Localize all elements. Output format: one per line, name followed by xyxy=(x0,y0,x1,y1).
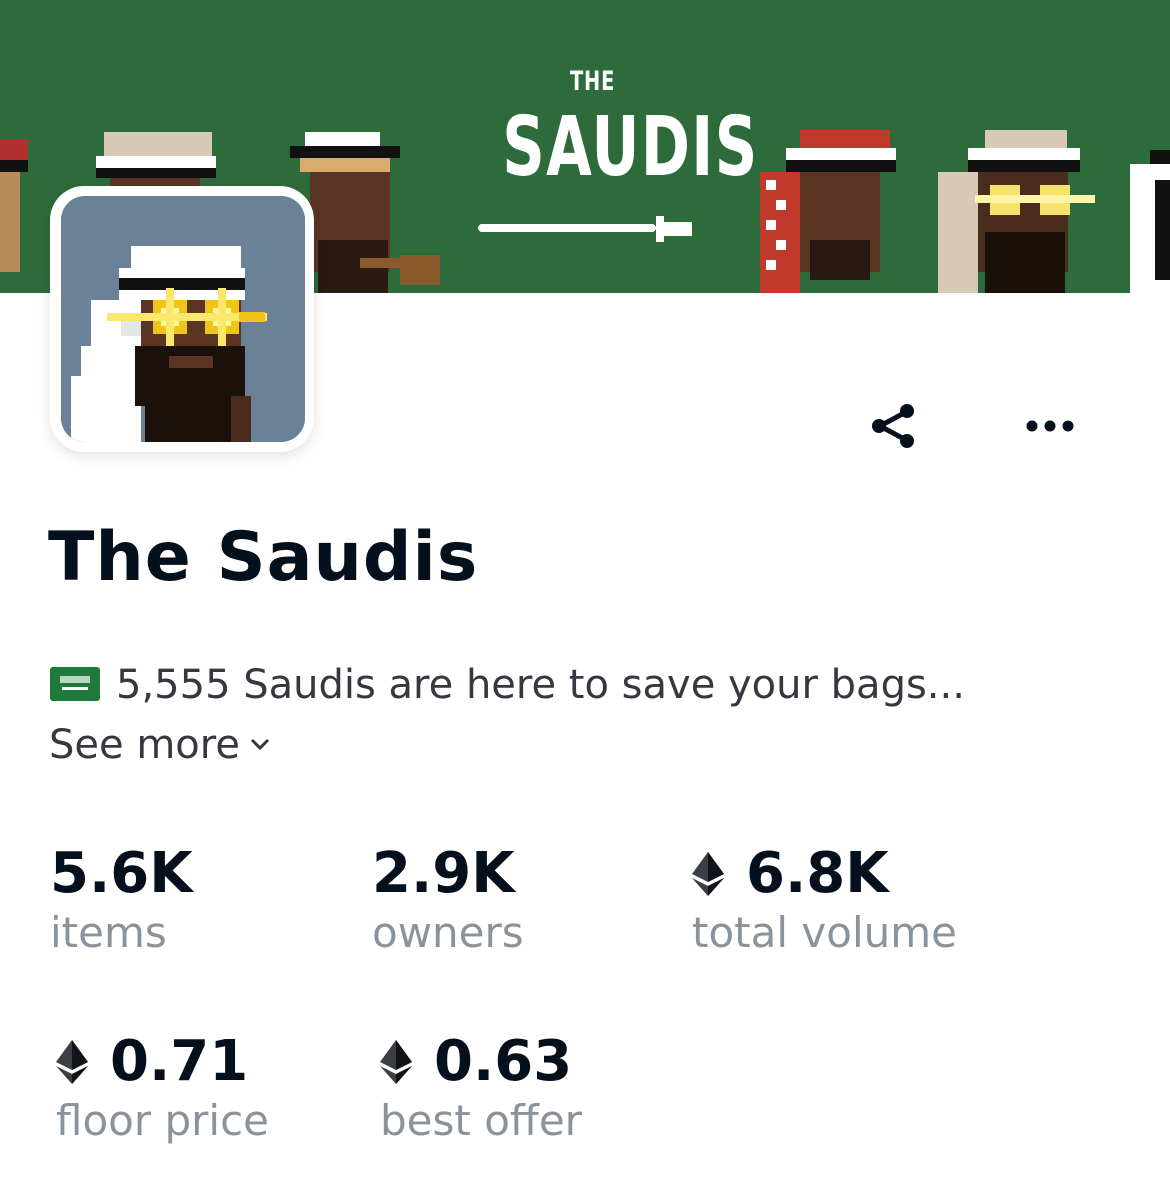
description-text: 5,555 Saudis are here to save your bags.… xyxy=(116,662,965,708)
stat-items: 5.6K items xyxy=(50,841,193,958)
stat-label: total volume xyxy=(692,908,957,957)
stat-best-offer: 0.63 best offer xyxy=(380,1030,582,1145)
avatar-image xyxy=(61,196,305,442)
stat-label: items xyxy=(50,908,167,957)
banner-title-small: THE xyxy=(570,66,616,97)
stat-label: best offer xyxy=(380,1096,582,1145)
stat-value: 6.8K xyxy=(746,841,889,906)
banner-title: SAUDIS xyxy=(502,100,759,195)
ethereum-icon xyxy=(56,1040,88,1084)
collection-title: The Saudis xyxy=(48,518,479,597)
see-more-link[interactable]: See more xyxy=(49,722,272,768)
ethereum-icon xyxy=(380,1040,412,1084)
collection-description: 5,555 Saudis are here to save your bags.… xyxy=(50,662,965,708)
stat-floor-price: 0.71 floor price xyxy=(56,1030,269,1145)
ethereum-icon xyxy=(692,852,724,896)
share-button[interactable] xyxy=(866,398,922,454)
avatar-pixel-art xyxy=(61,196,305,442)
chevron-down-icon xyxy=(250,738,269,751)
saudi-flag-icon xyxy=(50,667,100,701)
more-horizontal-icon xyxy=(1026,420,1074,432)
share-icon xyxy=(872,404,914,448)
stat-value: 2.9K xyxy=(372,841,515,906)
stat-label: owners xyxy=(372,908,524,957)
stat-total-volume: 6.8K total volume xyxy=(692,842,957,957)
stat-value: 0.63 xyxy=(434,1029,573,1094)
collection-avatar[interactable] xyxy=(50,186,314,452)
stat-label: floor price xyxy=(56,1096,269,1145)
see-more-label: See more xyxy=(49,722,240,768)
stat-value: 5.6K xyxy=(50,841,193,906)
stat-value: 0.71 xyxy=(110,1029,249,1094)
more-options-button[interactable] xyxy=(1022,408,1078,444)
stat-owners: 2.9K owners xyxy=(372,841,524,958)
